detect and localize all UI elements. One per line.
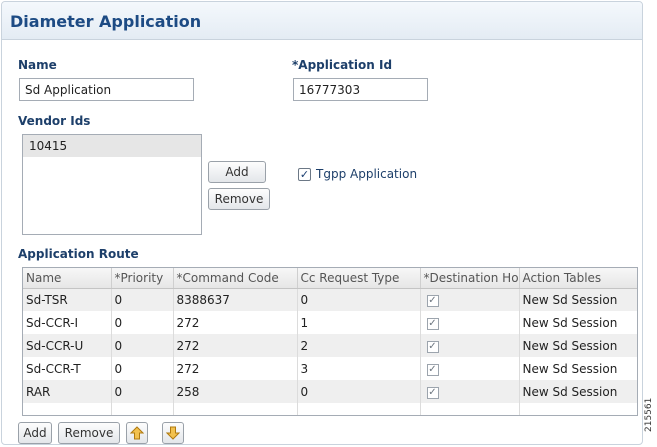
- destination-host-checkbox[interactable]: ✓: [426, 318, 439, 330]
- cell-priority: 0: [111, 380, 174, 403]
- cell-priority: 0: [111, 334, 174, 357]
- cell-destination-host: ✓: [420, 357, 520, 380]
- cell-command-code: 258: [173, 380, 298, 403]
- route-add-button[interactable]: Add: [18, 422, 52, 444]
- column-header-cc-request-type[interactable]: Cc Request Type: [297, 268, 421, 289]
- column-header-name[interactable]: Name: [23, 268, 112, 289]
- cell-name: Sd-CCR-I: [23, 311, 112, 334]
- table-row[interactable]: Sd-TSR 0 8388637 0 ✓ New Sd Session: [23, 288, 637, 311]
- cell-destination-host: ✓: [420, 334, 520, 357]
- arrow-up-icon: [129, 426, 145, 440]
- cell-action-tables: New Sd Session: [519, 311, 637, 334]
- cell-cc-request-type: 2: [297, 334, 421, 357]
- cell-command-code: 272: [173, 311, 298, 334]
- cell-command-code: 272: [173, 334, 298, 357]
- cell-action-tables: New Sd Session: [519, 288, 637, 311]
- table-row[interactable]: Sd-CCR-T 0 272 3 ✓ New Sd Session: [23, 357, 637, 380]
- application-id-input[interactable]: [293, 78, 428, 101]
- vendor-ids-list[interactable]: 10415: [22, 134, 202, 235]
- checkmark-icon: ✓: [299, 168, 310, 181]
- cell-destination-host: ✓: [420, 288, 520, 311]
- name-label: Name: [18, 58, 57, 72]
- tgpp-application-label: Tgpp Application: [316, 167, 418, 181]
- vendor-add-button[interactable]: Add: [208, 161, 266, 183]
- cell-cc-request-type: 1: [297, 311, 421, 334]
- destination-host-checkbox[interactable]: ✓: [426, 341, 439, 353]
- vendor-remove-button[interactable]: Remove: [208, 188, 270, 210]
- cell-cc-request-type: 3: [297, 357, 421, 380]
- move-up-button[interactable]: [126, 422, 148, 444]
- destination-host-checkbox[interactable]: ✓: [426, 364, 439, 376]
- table-header-row: Name *Priority *Command Code Cc Request …: [23, 268, 637, 289]
- column-header-destination-host[interactable]: *Destination Host: [420, 268, 520, 289]
- cell-name: Sd-CCR-T: [23, 357, 112, 380]
- application-route-label: Application Route: [18, 247, 139, 261]
- column-header-priority[interactable]: *Priority: [111, 268, 174, 289]
- destination-host-checkbox[interactable]: ✓: [426, 387, 439, 399]
- diameter-application-panel: Diameter Application Name *Application I…: [1, 1, 643, 445]
- cell-action-tables: New Sd Session: [519, 334, 637, 357]
- figure-id: 215561: [644, 397, 654, 432]
- cell-name: Sd-CCR-U: [23, 334, 112, 357]
- arrow-down-icon: [165, 426, 181, 440]
- panel-header: Diameter Application: [2, 2, 642, 40]
- cell-command-code: 8388637: [173, 288, 298, 311]
- cell-cc-request-type: 0: [297, 380, 421, 403]
- empty-row: [23, 403, 637, 415]
- cell-command-code: 272: [173, 357, 298, 380]
- cell-name: RAR: [23, 380, 112, 403]
- vendor-id-item[interactable]: 10415: [23, 135, 201, 157]
- cell-action-tables: New Sd Session: [519, 357, 637, 380]
- cell-priority: 0: [111, 311, 174, 334]
- application-route-table: Name *Priority *Command Code Cc Request …: [22, 267, 638, 416]
- cell-action-tables: New Sd Session: [519, 380, 637, 403]
- cell-name: Sd-TSR: [23, 288, 112, 311]
- column-header-action-tables[interactable]: Action Tables: [519, 268, 637, 289]
- cell-destination-host: ✓: [420, 311, 520, 334]
- move-down-button[interactable]: [162, 422, 184, 444]
- route-remove-button[interactable]: Remove: [58, 422, 120, 444]
- name-input[interactable]: [19, 78, 194, 101]
- table-row[interactable]: RAR 0 258 0 ✓ New Sd Session: [23, 380, 637, 403]
- table-row[interactable]: Sd-CCR-I 0 272 1 ✓ New Sd Session: [23, 311, 637, 334]
- cell-cc-request-type: 0: [297, 288, 421, 311]
- tgpp-application-checkbox[interactable]: ✓: [298, 168, 311, 181]
- destination-host-checkbox[interactable]: ✓: [426, 295, 439, 308]
- panel-title: Diameter Application: [10, 12, 202, 31]
- cell-priority: 0: [111, 357, 174, 380]
- application-id-label: *Application Id: [292, 58, 393, 72]
- table-row[interactable]: Sd-CCR-U 0 272 2 ✓ New Sd Session: [23, 334, 637, 357]
- cell-destination-host: ✓: [420, 380, 520, 403]
- vendor-ids-label: Vendor Ids: [18, 114, 91, 128]
- column-header-command-code[interactable]: *Command Code: [173, 268, 298, 289]
- cell-priority: 0: [111, 288, 174, 311]
